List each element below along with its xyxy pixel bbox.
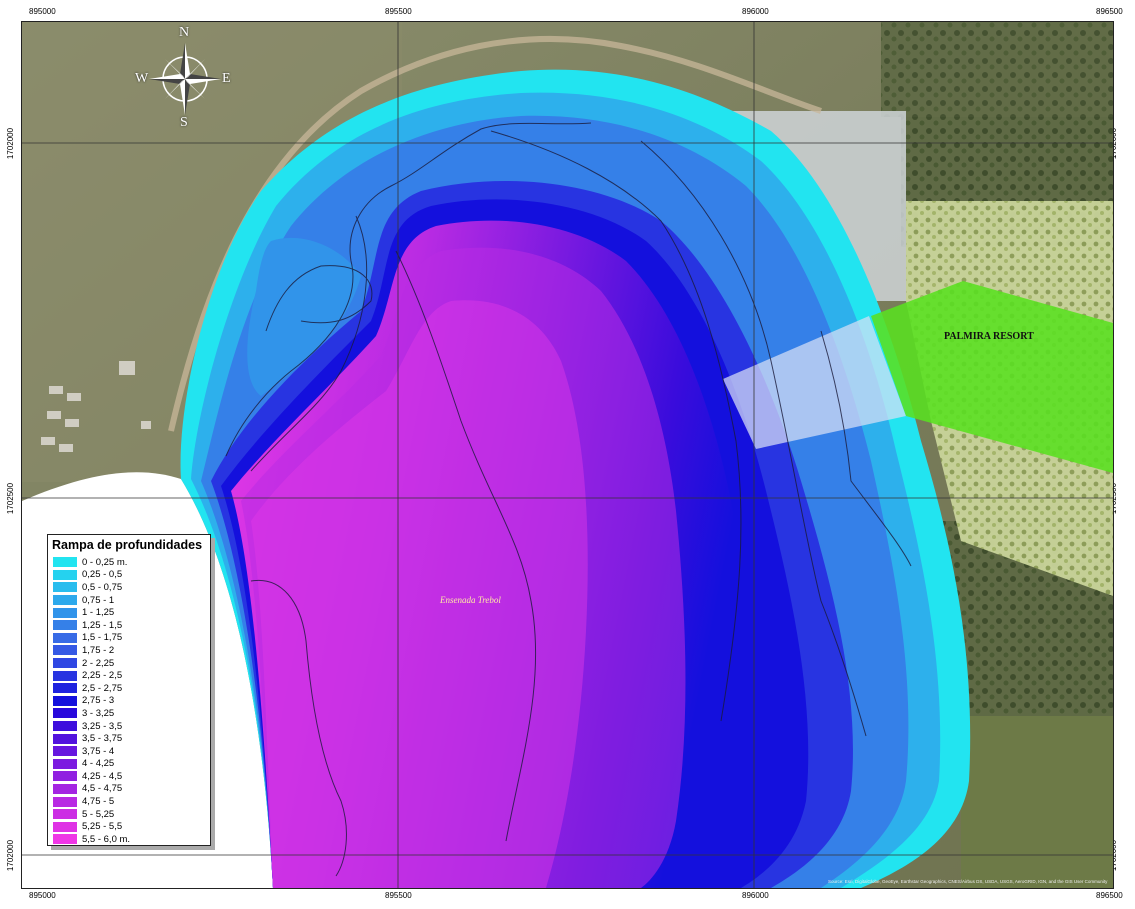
legend-swatch	[53, 670, 77, 681]
legend-item: 2 - 2,25	[53, 657, 210, 670]
legend-item: 3,75 - 4	[53, 745, 210, 758]
coord-top-4: 896500	[1096, 7, 1123, 16]
legend-swatch	[53, 821, 77, 832]
legend-label: 0,5 - 0,75	[82, 581, 123, 593]
legend-label: 4 - 4,25	[82, 758, 115, 770]
legend-item: 4,75 - 5	[53, 795, 210, 808]
legend-item: 2,5 - 2,75	[53, 682, 210, 695]
map-frame: 895000 895500 896000 896500 895000 89550…	[0, 0, 1135, 909]
coord-left-1: 1702000	[6, 127, 16, 160]
legend-swatch	[53, 783, 77, 794]
legend-item: 1,75 - 2	[53, 644, 210, 657]
bay-label: Ensenada Trebol	[440, 595, 501, 605]
legend-item: 1,5 - 1,75	[53, 632, 210, 645]
legend-label: 0,75 - 1	[82, 594, 115, 606]
coord-bottom-1: 895000	[29, 891, 56, 900]
legend-item: 1,25 - 1,5	[53, 619, 210, 632]
legend-label: 3,75 - 4	[82, 745, 115, 757]
legend-item: 4,25 - 4,5	[53, 770, 210, 783]
legend-label: 0 - 0,25 m.	[82, 556, 128, 568]
legend-item: 3 - 3,25	[53, 707, 210, 720]
map-attribution: Source: Esri, DigitalGlobe, GeoEye, Eart…	[828, 879, 1108, 884]
legend-swatch	[53, 746, 77, 757]
legend-swatch	[53, 834, 77, 845]
legend-swatch	[53, 758, 77, 769]
legend-swatch	[53, 607, 77, 618]
legend-label: 3 - 3,25	[82, 707, 115, 719]
legend-swatch	[53, 595, 77, 606]
legend-item: 2,25 - 2,5	[53, 669, 210, 682]
legend-label: 5 - 5,25	[82, 808, 115, 820]
legend-swatch	[53, 721, 77, 732]
legend-swatch	[53, 683, 77, 694]
coord-top-2: 895500	[385, 7, 412, 16]
legend-swatch	[53, 796, 77, 807]
compass-s: S	[180, 115, 188, 130]
legend-swatch	[53, 582, 77, 593]
legend-swatch	[53, 658, 77, 669]
legend-label: 5,25 - 5,5	[82, 821, 123, 833]
legend-item: 0,75 - 1	[53, 594, 210, 607]
coord-left-2: 1702500	[6, 482, 16, 515]
legend-label: 2,25 - 2,5	[82, 670, 123, 682]
legend-swatch	[53, 733, 77, 744]
compass-rose: N S E W	[135, 25, 235, 132]
legend-item: 0 - 0,25 m.	[53, 556, 210, 569]
legend-label: 4,75 - 5	[82, 796, 115, 808]
legend-item: 0,25 - 0,5	[53, 569, 210, 582]
legend-swatch	[53, 645, 77, 656]
legend-item: 4 - 4,25	[53, 758, 210, 771]
legend-item: 1 - 1,25	[53, 606, 210, 619]
legend-label: 0,25 - 0,5	[82, 569, 123, 581]
legend-item: 4,5 - 4,75	[53, 783, 210, 796]
legend-label: 2 - 2,25	[82, 657, 115, 669]
legend-label: 4,5 - 4,75	[82, 783, 123, 795]
legend-label: 3,25 - 3,5	[82, 720, 123, 732]
legend-swatch	[53, 809, 77, 820]
compass-w: W	[135, 71, 149, 86]
legend-item: 2,75 - 3	[53, 695, 210, 708]
compass-e: E	[222, 71, 231, 86]
legend-label: 2,75 - 3	[82, 695, 115, 707]
legend-item: 3,5 - 3,75	[53, 732, 210, 745]
coord-top-3: 896000	[742, 7, 769, 16]
legend-swatch	[53, 708, 77, 719]
legend-item: 0,5 - 0,75	[53, 581, 210, 594]
coord-bottom-3: 896000	[742, 891, 769, 900]
legend-swatch	[53, 632, 77, 643]
legend-label: 1,5 - 1,75	[82, 632, 123, 644]
legend-item: 5,25 - 5,5	[53, 820, 210, 833]
coord-left-3: 1702000	[6, 839, 16, 872]
legend-label: 1,25 - 1,5	[82, 619, 123, 631]
legend-swatch	[53, 771, 77, 782]
legend-items: 0 - 0,25 m. 0,25 - 0,5 0,5 - 0,75 0,75 - 11…	[48, 556, 210, 846]
legend-title: Rampa de profundidades	[52, 538, 203, 552]
legend-label: 1,75 - 2	[82, 644, 115, 656]
legend-label: 1 - 1,25	[82, 607, 115, 619]
resort-label: PALMIRA RESORT	[944, 331, 1034, 342]
legend-label: 2,5 - 2,75	[82, 682, 123, 694]
legend-swatch	[53, 557, 77, 568]
depth-legend: Rampa de profundidades 0 - 0,25 m. 0,25 -…	[47, 534, 211, 846]
legend-item: 3,25 - 3,5	[53, 720, 210, 733]
coord-bottom-2: 895500	[385, 891, 412, 900]
coord-top-1: 895000	[29, 7, 56, 16]
legend-item: 5,5 - 6,0 m.	[53, 833, 210, 846]
coord-bottom-4: 896500	[1096, 891, 1123, 900]
legend-label: 3,5 - 3,75	[82, 733, 123, 745]
legend-label: 4,25 - 4,5	[82, 770, 123, 782]
compass-n: N	[179, 25, 190, 40]
legend-swatch	[53, 695, 77, 706]
legend-swatch	[53, 620, 77, 631]
legend-label: 5,5 - 6,0 m.	[82, 833, 131, 845]
legend-item: 5 - 5,25	[53, 808, 210, 821]
legend-swatch	[53, 569, 77, 580]
